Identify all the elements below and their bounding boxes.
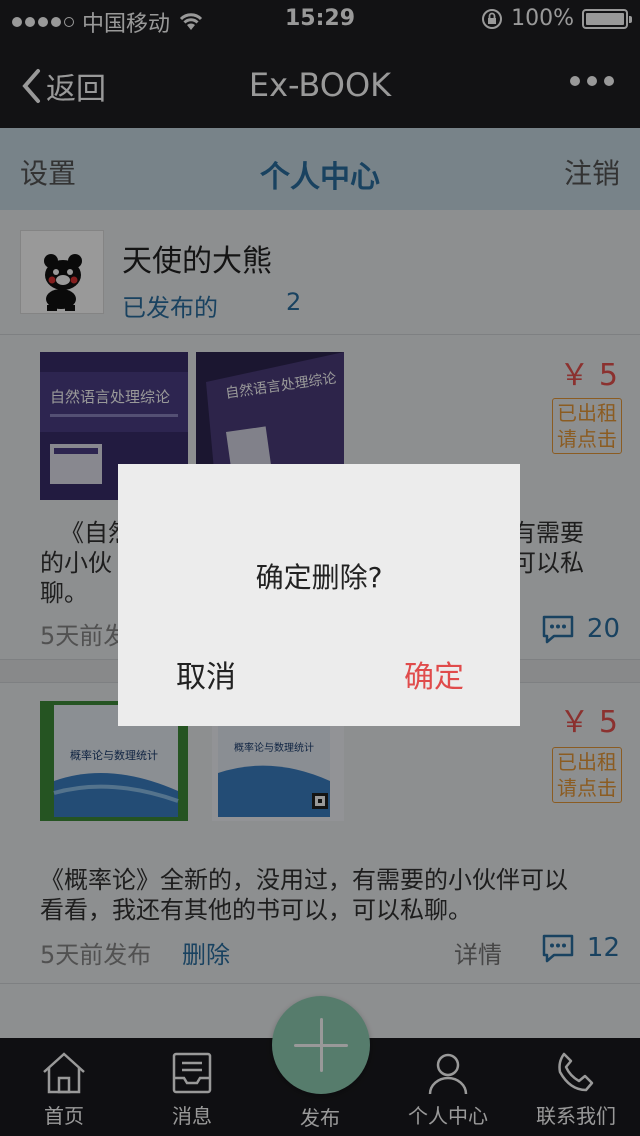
confirm-delete-dialog: 确定删除? 取消 确定 <box>118 464 520 726</box>
confirm-button[interactable]: 确定 <box>404 652 464 696</box>
cancel-button[interactable]: 取消 <box>176 652 236 696</box>
dialog-message: 确定删除? <box>255 561 383 594</box>
